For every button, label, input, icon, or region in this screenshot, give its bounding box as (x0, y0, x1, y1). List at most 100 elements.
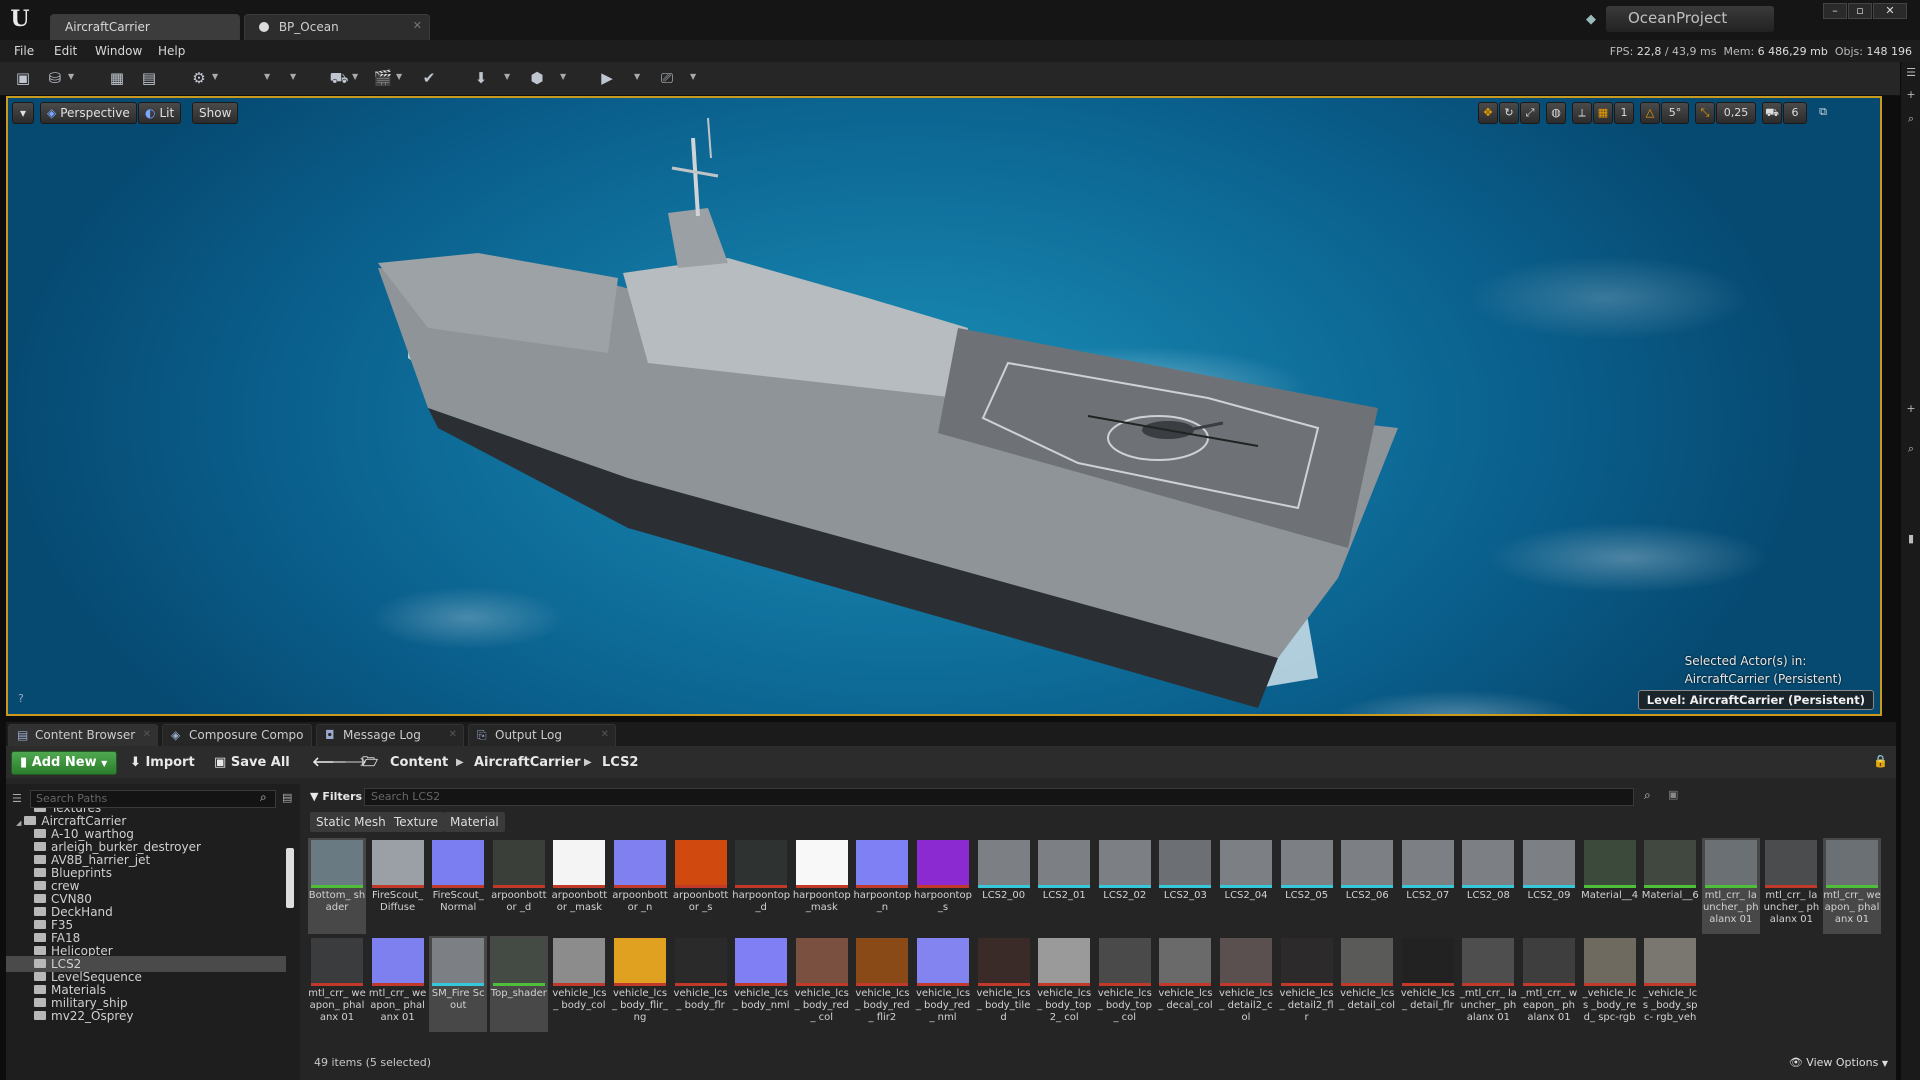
asset-tile[interactable]: mtl_crr_ launcher_ phalanx 01 (1762, 838, 1820, 934)
close-tab-icon[interactable]: ✕ (601, 725, 609, 745)
dropdown-arrow-icon[interactable]: ▼ (504, 72, 512, 82)
filter-chip-texture[interactable]: Texture (388, 812, 444, 832)
camera-speed-icon[interactable]: ⛟ (1762, 102, 1782, 124)
rotation-snap-icon[interactable]: △ (1640, 102, 1660, 124)
asset-tile[interactable]: LCS2_02 (1096, 838, 1154, 934)
asset-tile[interactable]: vehicle_lcs_ body_tiled (975, 936, 1033, 1032)
menu-window[interactable]: Window (95, 44, 142, 58)
cinematics-icon[interactable]: 🎬 (372, 68, 394, 88)
asset-tile[interactable]: mtl_crr_ launcher_ phalanx 01 (1701, 838, 1760, 934)
asset-tile[interactable]: mtl_crr_ weapon_ phalanx 01 (308, 936, 366, 1032)
asset-tile[interactable]: Material__4 (1581, 838, 1639, 934)
tab-composure[interactable]: ◈ Composure Compo (162, 724, 312, 746)
asset-tile[interactable]: vehicle_lcs_ body_flr (672, 936, 730, 1032)
build-icon[interactable]: ✔ (418, 68, 440, 88)
asset-tile[interactable]: LCS2_03 (1156, 838, 1214, 934)
viewport-options-button[interactable]: ▾ (12, 102, 34, 124)
close-tab-icon[interactable]: ✕ (413, 19, 422, 32)
asset-tile[interactable]: _vehicle_lcs _body_red_ spc-rgb (1581, 936, 1639, 1032)
asset-tile[interactable]: LCS2_09 (1520, 838, 1578, 934)
asset-tile[interactable]: LCS2_04 (1217, 838, 1275, 934)
content-icon[interactable]: ▦ (106, 68, 128, 88)
close-window-button[interactable]: ✕ (1873, 3, 1907, 19)
unreal-logo-icon[interactable]: U (6, 5, 34, 33)
dropdown-arrow-icon[interactable]: ▼ (634, 72, 642, 82)
search-paths-input[interactable]: Search Paths (30, 790, 276, 808)
asset-tile[interactable]: vehicle_lcs_ detail_col (1338, 936, 1396, 1032)
breadcrumb-separator-icon[interactable]: ▶ (456, 751, 464, 775)
lock-icon[interactable]: 🔒 (1873, 754, 1888, 768)
tab-content-browser[interactable]: ▤ Content Browser ✕ (8, 724, 158, 746)
help-icon[interactable]: ? (18, 692, 24, 705)
asset-tile[interactable]: harpoontop _n (853, 838, 911, 934)
minimize-button[interactable]: – (1823, 3, 1847, 19)
maximize-button[interactable]: ▫ (1848, 3, 1872, 19)
world-icon[interactable]: ◍ (1546, 102, 1566, 124)
asset-tile[interactable]: FireScout_ Normal (429, 838, 487, 934)
dropdown-arrow-icon[interactable]: ▼ (212, 72, 220, 82)
close-tab-icon[interactable]: ✕ (143, 725, 151, 745)
rotate-icon[interactable]: ↻ (1499, 102, 1519, 124)
asset-tile[interactable]: harpoontop _d (732, 838, 790, 934)
translate-icon[interactable]: ✥ (1478, 102, 1498, 124)
asset-tile[interactable]: LCS2_00 (975, 838, 1033, 934)
asset-tile[interactable]: vehicle_lcs_ body_nml (732, 936, 790, 1032)
doc-tab-bp-ocean[interactable]: BP_Ocean ✕ (244, 14, 430, 40)
asset-tile[interactable]: LCS2_06 (1338, 838, 1396, 934)
save-icon[interactable]: ▣ (12, 68, 34, 88)
asset-tile[interactable]: LCS2_05 (1278, 838, 1336, 934)
filters-button[interactable]: ▼ Filters (310, 788, 362, 806)
tab-message-log[interactable]: ◘ Message Log ✕ (316, 724, 464, 746)
filter-chip-material[interactable]: Material (444, 812, 505, 832)
asset-tile[interactable]: vehicle_lcs_ decal_col (1156, 936, 1214, 1032)
camera-speed-value[interactable]: 6 (1783, 102, 1807, 124)
asset-tile[interactable]: vehicle_lcs_ detail2_col (1217, 936, 1275, 1032)
blueprints-icon[interactable]: ⛟ (328, 68, 350, 88)
grid-size[interactable]: 1 (1614, 102, 1634, 124)
dropdown-arrow-icon[interactable]: ▼ (352, 72, 360, 82)
asset-tile[interactable]: vehicle_lcs_ body_col (550, 936, 608, 1032)
search-icon[interactable]: ⌕ (1904, 112, 1918, 126)
asset-tile[interactable]: Material__6 (1641, 838, 1699, 934)
settings-icon[interactable]: ⚙ (188, 68, 210, 88)
source-control-icon[interactable]: ⛁ (44, 68, 66, 88)
add-new-button[interactable]: ▮ Add New ▼ (11, 751, 117, 775)
save-search-icon[interactable]: ▣ (1668, 788, 1678, 801)
import-button[interactable]: ⬇ Import (130, 751, 195, 775)
asset-tile[interactable]: LCS2_07 (1399, 838, 1457, 934)
path-view-options-icon[interactable]: ▤ (282, 791, 292, 804)
asset-tile[interactable]: vehicle_lcs_ body_red_ flir2 (853, 936, 911, 1032)
search-icon[interactable]: ⌕ (1904, 442, 1918, 456)
asset-tile[interactable]: _mtl_crr_ launcher_ phalanx 01 (1459, 936, 1517, 1032)
asset-tile[interactable]: mtl_crr_ weapon_ phalanx 01 (1823, 838, 1881, 934)
dropdown-arrow-icon[interactable]: ▼ (68, 72, 76, 82)
asset-tile[interactable]: _vehicle_lcs _body_spc- rgb_veh (1641, 936, 1699, 1032)
details-icon[interactable]: ☰ (1904, 66, 1918, 80)
path-scrollbar[interactable] (286, 848, 294, 908)
surface-snap-icon[interactable]: ⟂ (1572, 102, 1592, 124)
dropdown-arrow-icon[interactable]: ▼ (396, 72, 404, 82)
dropdown-arrow-icon[interactable]: ▼ (560, 72, 568, 82)
scrollbar-thumb[interactable]: ▮ (1904, 532, 1918, 546)
asset-tile[interactable]: FireScout_ Diffuse (369, 838, 427, 934)
breadcrumb-aircraftcarrier[interactable]: AircraftCarrier (474, 751, 581, 775)
asset-tile[interactable]: vehicle_lcs_ body_flir_ ng (611, 936, 669, 1032)
rotation-snap-value[interactable]: 5° (1661, 102, 1689, 124)
search-assets-input[interactable]: Search LCS2 (364, 788, 1634, 806)
maximize-viewport-icon[interactable]: ⧉ (1814, 102, 1832, 124)
breadcrumb-lcs2[interactable]: LCS2 (602, 751, 638, 775)
launch-icon[interactable]: ⎚ (656, 68, 678, 88)
close-tab-icon[interactable]: ✕ (449, 725, 457, 745)
menu-help[interactable]: Help (158, 44, 185, 58)
asset-tile[interactable]: arpoonbottor _s (672, 838, 730, 934)
breadcrumb-separator-icon[interactable]: ▶ (584, 751, 592, 775)
plus-icon[interactable]: + (1904, 88, 1918, 102)
compile-icon[interactable]: ⬇ (470, 68, 492, 88)
asset-tile[interactable]: harpoontop _mask (793, 838, 851, 934)
level-viewport[interactable]: ▾ ◈ Perspective ◐ Lit Show ✥ ↻ ⤢ ◍ ⟂ ▦ 1 △… (6, 96, 1882, 716)
view-options-button[interactable]: 👁 View Options ▼ (1789, 1056, 1888, 1069)
menu-edit[interactable]: Edit (54, 44, 77, 58)
marketplace-icon[interactable]: ▤ (138, 68, 160, 88)
dropdown-arrow-icon[interactable]: ▼ (690, 72, 698, 82)
scale-snap-icon[interactable]: ⤡ (1695, 102, 1715, 124)
